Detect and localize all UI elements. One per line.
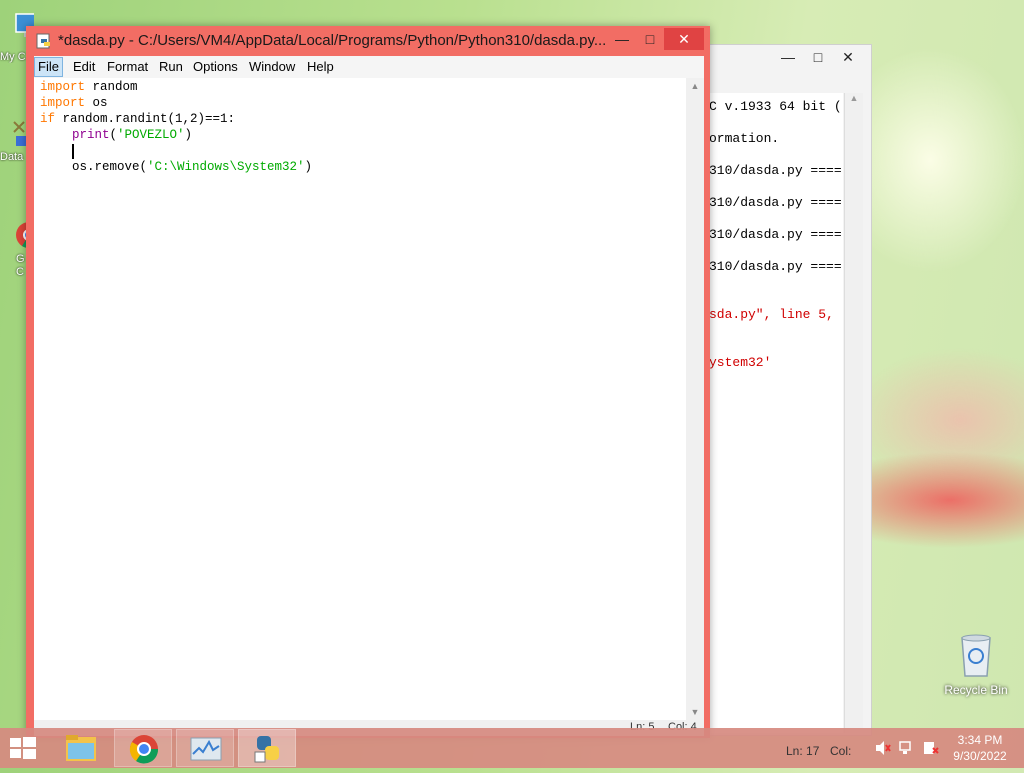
python-icon	[254, 736, 279, 763]
string-literal: 'C:\Windows\System32'	[147, 160, 305, 174]
menu-edit[interactable]: Edit	[70, 58, 98, 76]
keyword: import	[40, 96, 86, 110]
menu-file[interactable]: File	[34, 57, 63, 77]
code-text: random	[85, 80, 138, 94]
clock[interactable]: 3:34 PM 9/30/2022	[950, 733, 1010, 763]
window-title: *dasda.py - C:/Users/VM4/AppData/Local/P…	[58, 32, 607, 49]
shell-titlebar[interactable]: — □ ✕	[693, 45, 871, 71]
string-literal: 'POVEZLO'	[117, 128, 185, 142]
shell-line: C v.1933 64 bit (	[709, 99, 842, 114]
shell-error-line: ystem32'	[709, 355, 772, 370]
menu-run[interactable]: Run	[156, 58, 186, 76]
menu-bar: File Edit Format Run Options Window Help	[34, 56, 704, 78]
keyword: import	[40, 80, 86, 94]
shell-line: 310/dasda.py ====	[709, 163, 842, 178]
taskbar-file-explorer[interactable]	[52, 729, 110, 767]
scroll-up-icon[interactable]: ▲	[845, 93, 863, 103]
text-cursor	[72, 144, 74, 159]
folder-icon	[66, 735, 96, 761]
shell-line: 310/dasda.py ====	[709, 227, 842, 242]
task-manager-icon	[190, 737, 222, 761]
editor-scrollbar[interactable]: ▲ ▼	[686, 78, 704, 720]
shell-output[interactable]: C v.1933 64 bit ( ormation. 310/dasda.py…	[693, 93, 843, 733]
start-button[interactable]	[8, 736, 38, 760]
chrome-icon	[129, 735, 159, 764]
taskbar-python-idle[interactable]	[238, 729, 296, 767]
close-icon[interactable]: ✕	[664, 28, 704, 50]
recycle-bin-label: Recycle Bin	[944, 683, 1008, 697]
code-text: )	[304, 160, 313, 174]
menu-window[interactable]: Window	[246, 58, 298, 76]
menu-options[interactable]: Options	[190, 58, 241, 76]
maximize-icon[interactable]: □	[636, 28, 664, 50]
code-text: os.remove(	[72, 160, 148, 174]
shell-error-line: sda.py", line 5,	[709, 307, 834, 322]
maximize-icon[interactable]: □	[803, 47, 833, 67]
code-line-3: if random.randint(1,2)==1:	[40, 112, 235, 126]
shell-line: ormation.	[709, 131, 780, 146]
recycle-bin[interactable]: Recycle Bin	[940, 630, 1012, 697]
builtin: print	[72, 128, 110, 142]
taskbar-task-manager[interactable]	[176, 729, 234, 767]
action-center-icon[interactable]	[922, 740, 940, 759]
menu-format[interactable]: Format	[104, 58, 151, 76]
code-editor[interactable]: import random import os if random.randin…	[34, 78, 686, 720]
python-file-icon	[36, 33, 50, 49]
close-icon[interactable]: ✕	[833, 47, 863, 67]
volume-muted-icon[interactable]	[874, 740, 892, 759]
code-line-6: os.remove('C:\Windows\System32')	[72, 160, 312, 174]
code-line-2: import os	[40, 96, 108, 110]
minimize-icon[interactable]: —	[608, 28, 636, 50]
recycle-bin-icon	[961, 634, 991, 677]
idle-editor-window[interactable]: *dasda.py - C:/Users/VM4/AppData/Local/P…	[26, 26, 710, 738]
code-text: )	[184, 128, 193, 142]
editor-titlebar[interactable]: *dasda.py - C:/Users/VM4/AppData/Local/P…	[26, 26, 710, 56]
windows-icon	[10, 737, 36, 759]
code-text: random.randint(1,2)==1:	[55, 112, 236, 126]
network-icon[interactable]	[898, 740, 916, 759]
code-line-4: print('POVEZLO')	[72, 128, 192, 142]
shell-status-ln: Ln: 17	[786, 744, 820, 758]
taskbar: 3:34 PM 9/30/2022	[0, 728, 1024, 768]
code-text: (	[109, 128, 118, 142]
keyword: if	[40, 112, 56, 126]
clock-date: 9/30/2022	[953, 749, 1007, 763]
code-line-1: import random	[40, 80, 138, 94]
shell-line: 310/dasda.py ====	[709, 259, 842, 274]
menu-help[interactable]: Help	[304, 58, 337, 76]
python-shell-window[interactable]: — □ ✕ C v.1933 64 bit ( ormation. 310/da…	[692, 44, 872, 736]
clock-time: 3:34 PM	[957, 733, 1003, 747]
shell-scrollbar[interactable]: ▲	[844, 93, 863, 733]
code-text: os	[85, 96, 108, 110]
taskbar-chrome[interactable]	[114, 729, 172, 767]
scroll-up-icon[interactable]: ▲	[686, 78, 704, 94]
shell-line: 310/dasda.py ====	[709, 195, 842, 210]
scroll-down-icon[interactable]: ▼	[686, 704, 704, 720]
shell-status-col: Col:	[830, 744, 852, 758]
minimize-icon[interactable]: —	[773, 47, 803, 67]
